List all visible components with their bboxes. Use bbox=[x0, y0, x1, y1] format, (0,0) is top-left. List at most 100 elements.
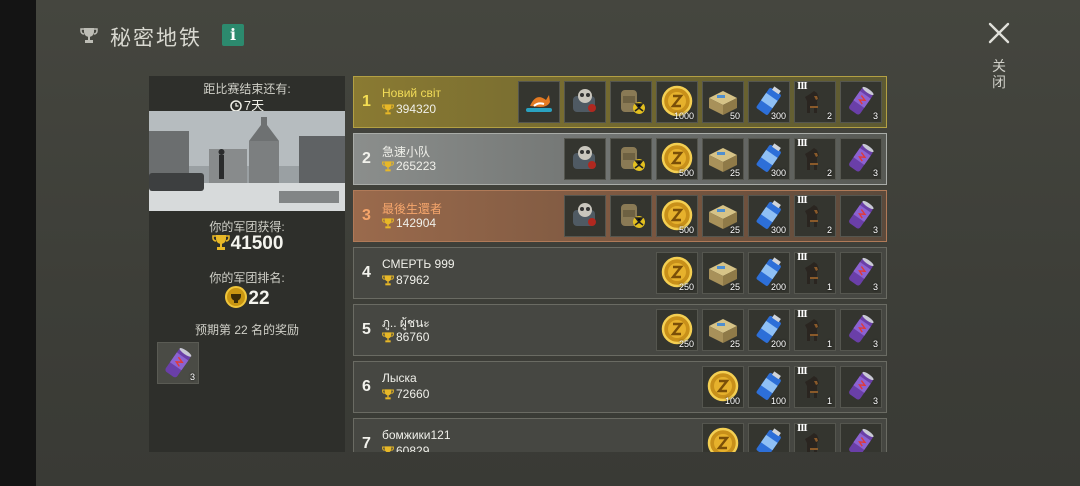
team-score: 142904 bbox=[382, 216, 436, 230]
rank-number: 1 bbox=[362, 93, 371, 110]
reward-item[interactable]: 3 bbox=[840, 81, 882, 123]
reward-item[interactable]: III 2 bbox=[794, 195, 836, 237]
close-icon[interactable] bbox=[986, 20, 1012, 46]
expected-reward-item[interactable]: 3 bbox=[157, 342, 199, 384]
team-score: 265223 bbox=[382, 159, 436, 173]
reward-item[interactable]: 3 bbox=[840, 252, 882, 294]
reward-item[interactable]: 25 bbox=[702, 195, 744, 237]
leaderboard-list[interactable]: 1 Новий світ 394320 1000 50 300 III 2 3 2 急速小队 2652… bbox=[353, 76, 887, 452]
rank-number: 2 bbox=[362, 150, 371, 167]
team-score-value: 86760 bbox=[396, 330, 430, 344]
reward-quantity: 2 bbox=[826, 111, 832, 121]
reward-item[interactable] bbox=[610, 195, 652, 237]
leaderboard-row[interactable]: 2 急速小队 265223 500 25 300 III 2 3 bbox=[353, 133, 887, 185]
info-button[interactable]: i bbox=[222, 24, 244, 46]
leaderboard-row[interactable]: 3 最後生還者 142904 500 25 300 III 2 3 bbox=[353, 190, 887, 242]
leaderboard-row[interactable]: 6 Лыска 72660 100 100 III 1 3 bbox=[353, 361, 887, 413]
leaderboard-row[interactable]: 5 ภู.. ผู้ชนะ 86760 250 25 200 III 1 3 bbox=[353, 304, 887, 356]
leaderboard-row[interactable]: 1 Новий світ 394320 1000 50 300 III 2 3 bbox=[353, 76, 887, 128]
team-score: 60829 bbox=[382, 444, 429, 452]
reward-item[interactable]: III 1 bbox=[794, 366, 836, 408]
event-info-panel: 距比赛结束还有: 7天 你的军团获得: 41500 你的军团排名: 22 预期第… bbox=[149, 76, 345, 452]
reward-item[interactable] bbox=[840, 423, 882, 452]
team-score-value: 60829 bbox=[396, 444, 430, 452]
reward-item[interactable] bbox=[702, 423, 744, 452]
reward-quantity: 3 bbox=[872, 225, 878, 235]
reward-item[interactable] bbox=[610, 138, 652, 180]
reward-item[interactable]: 250 bbox=[656, 309, 698, 351]
reward-quantity: 250 bbox=[678, 282, 694, 292]
reward-item[interactable]: III bbox=[794, 423, 836, 452]
reward-item[interactable]: III 2 bbox=[794, 81, 836, 123]
event-artwork bbox=[149, 111, 345, 211]
close-label[interactable]: 关闭 bbox=[991, 58, 1007, 90]
reward-list: III bbox=[702, 423, 882, 452]
reward-quantity: 50 bbox=[729, 111, 740, 121]
tier-badge: III bbox=[797, 196, 808, 206]
reward-item[interactable]: 25 bbox=[702, 309, 744, 351]
reward-quantity: 500 bbox=[678, 168, 694, 178]
reward-item[interactable]: 25 bbox=[702, 138, 744, 180]
reward-item[interactable]: 50 bbox=[702, 81, 744, 123]
reward-list: 250 25 200 III 1 3 bbox=[656, 252, 882, 294]
tier-badge: III bbox=[797, 253, 808, 263]
earned-value: 41500 bbox=[149, 233, 345, 255]
team-score: 87962 bbox=[382, 273, 429, 287]
reward-item[interactable] bbox=[610, 81, 652, 123]
reward-quantity: 3 bbox=[872, 168, 878, 178]
reward-item[interactable]: III 1 bbox=[794, 252, 836, 294]
reward-item[interactable]: 100 bbox=[702, 366, 744, 408]
reward-item[interactable] bbox=[518, 81, 560, 123]
reward-item[interactable]: 3 bbox=[840, 366, 882, 408]
leaderboard-row[interactable]: 4 СМЕРТЬ 999 87962 250 25 200 III 1 3 bbox=[353, 247, 887, 299]
reward-quantity: 1 bbox=[826, 282, 832, 292]
reward-item[interactable]: 3 bbox=[840, 195, 882, 237]
tier-badge: III bbox=[797, 424, 808, 434]
reward-item[interactable]: 250 bbox=[656, 252, 698, 294]
team-score-value: 87962 bbox=[396, 273, 430, 287]
leaderboard-row[interactable]: 7 бомжики121 60829 III bbox=[353, 418, 887, 452]
reward-item[interactable]: 100 bbox=[748, 366, 790, 408]
tier-badge: III bbox=[797, 310, 808, 320]
rank-number: 5 bbox=[362, 321, 371, 338]
reward-item[interactable] bbox=[564, 81, 606, 123]
reward-quantity: 300 bbox=[770, 168, 786, 178]
reward-item[interactable]: 200 bbox=[748, 252, 790, 294]
reward-quantity: 3 bbox=[872, 396, 878, 406]
reward-item[interactable]: 25 bbox=[702, 252, 744, 294]
reward-quantity: 250 bbox=[678, 339, 694, 349]
reward-list: 500 25 300 III 2 3 bbox=[564, 195, 882, 237]
reward-item[interactable]: 500 bbox=[656, 138, 698, 180]
reward-quantity: 1 bbox=[826, 339, 832, 349]
reward-item[interactable]: III 1 bbox=[794, 309, 836, 351]
expected-reward-label: 预期第 22 名的奖励 bbox=[194, 323, 300, 337]
team-name: Лыска bbox=[382, 371, 417, 385]
reward-item[interactable]: 3 bbox=[840, 309, 882, 351]
trophy-icon bbox=[382, 161, 394, 172]
tier-badge: III bbox=[797, 367, 808, 377]
reward-item[interactable]: 300 bbox=[748, 138, 790, 180]
reward-quantity: 1000 bbox=[673, 111, 694, 121]
trophy-icon bbox=[211, 235, 230, 250]
reward-quantity: 25 bbox=[729, 225, 740, 235]
rank-number: 22 bbox=[248, 288, 270, 309]
trophy-icon bbox=[80, 28, 98, 43]
reward-item[interactable]: 200 bbox=[748, 309, 790, 351]
reward-quantity: 3 bbox=[872, 339, 878, 349]
reward-item[interactable]: 3 bbox=[840, 138, 882, 180]
reward-item[interactable]: 1000 bbox=[656, 81, 698, 123]
reward-quantity: 25 bbox=[729, 339, 740, 349]
reward-quantity: 2 bbox=[826, 168, 832, 178]
reward-item[interactable] bbox=[564, 195, 606, 237]
trophy-icon bbox=[382, 275, 394, 286]
reward-item[interactable] bbox=[564, 138, 606, 180]
reward-item[interactable] bbox=[748, 423, 790, 452]
reward-item[interactable]: 300 bbox=[748, 81, 790, 123]
rank-number: 3 bbox=[362, 207, 371, 224]
team-name: бомжики121 bbox=[382, 428, 451, 442]
trophy-icon bbox=[382, 332, 394, 343]
reward-item[interactable]: III 2 bbox=[794, 138, 836, 180]
reward-quantity: 3 bbox=[872, 282, 878, 292]
reward-item[interactable]: 500 bbox=[656, 195, 698, 237]
reward-item[interactable]: 300 bbox=[748, 195, 790, 237]
